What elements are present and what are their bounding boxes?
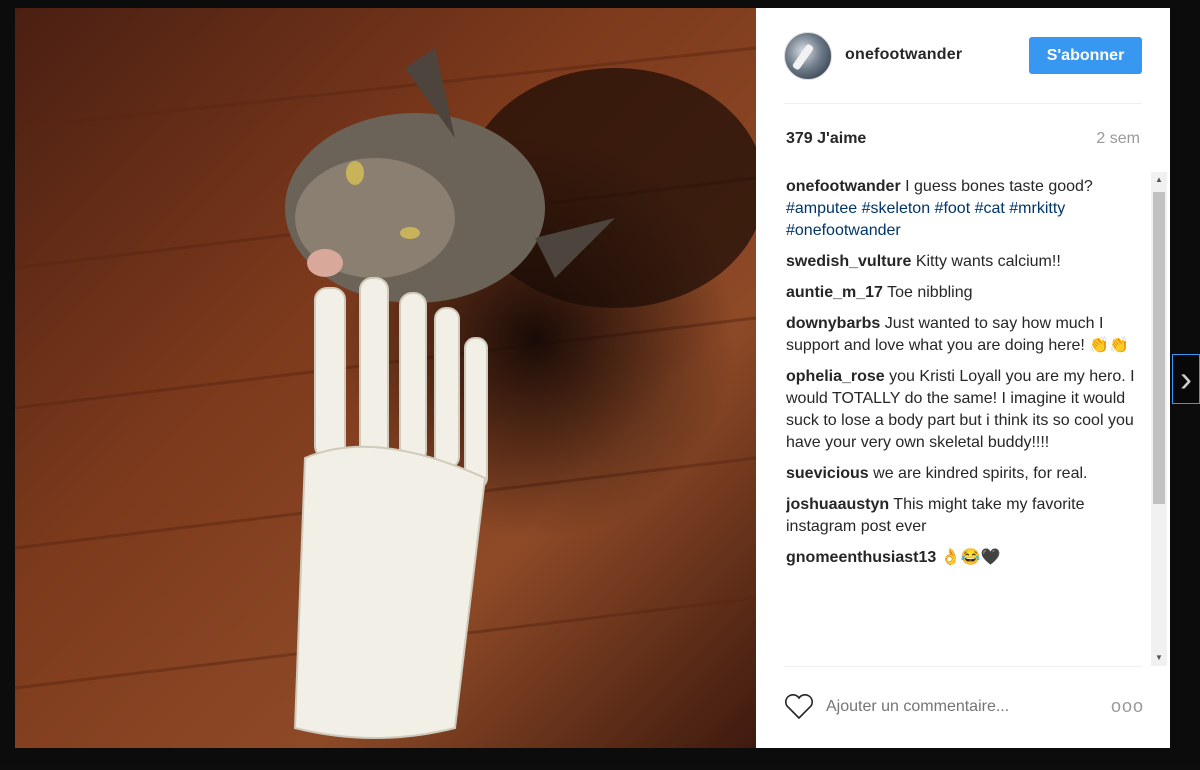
- list-item: onefootwander I guess bones taste good? …: [786, 176, 1148, 242]
- comment-username[interactable]: auntie_m_17: [786, 284, 883, 301]
- avatar[interactable]: [784, 32, 832, 80]
- comment-hashtags[interactable]: #amputee #skeleton #foot #cat #mrkitty #…: [786, 198, 1148, 242]
- list-item: auntie_m_17 Toe nibbling: [786, 282, 1148, 304]
- post-header: onefootwander S'abonner: [784, 30, 1142, 104]
- list-item: gnomeenthusiast13 👌😂🖤: [786, 547, 1148, 569]
- follow-button[interactable]: S'abonner: [1029, 37, 1142, 74]
- list-item: joshuaaustyn This might take my favorite…: [786, 494, 1148, 538]
- comment-username[interactable]: joshuaaustyn: [786, 496, 889, 513]
- post-author-username[interactable]: onefootwander: [845, 46, 962, 64]
- more-options-icon[interactable]: ooo: [1111, 696, 1144, 717]
- comments-list: onefootwander I guess bones taste good? …: [786, 176, 1148, 662]
- comment-username[interactable]: gnomeenthusiast13: [786, 549, 936, 566]
- divider: [784, 666, 1142, 667]
- comment-username[interactable]: suevicious: [786, 465, 869, 482]
- scroll-up-icon[interactable]: ▲: [1151, 172, 1167, 188]
- comment-text: 👌😂🖤: [940, 549, 1001, 566]
- comment-text: Kitty wants calcium!!: [915, 253, 1061, 270]
- comment-username[interactable]: swedish_vulture: [786, 253, 911, 270]
- comment-text: I guess bones taste good?: [905, 178, 1093, 195]
- post-photo: [15, 8, 756, 748]
- like-count[interactable]: 379 J'aime: [786, 130, 866, 148]
- comment-input[interactable]: [826, 694, 1076, 720]
- comment-username[interactable]: onefootwander: [786, 178, 901, 195]
- scroll-thumb[interactable]: [1153, 192, 1165, 504]
- scroll-down-icon[interactable]: ▼: [1151, 650, 1167, 666]
- heart-icon[interactable]: [784, 694, 814, 720]
- cat-skeleton-foot-image: [15, 8, 756, 748]
- comment-text: we are kindred spirits, for real.: [873, 465, 1088, 482]
- list-item: ophelia_rose you Kristi Loyall you are m…: [786, 366, 1148, 454]
- post-details-panel: onefootwander S'abonner 379 J'aime 2 sem…: [756, 8, 1170, 748]
- list-item: downybarbs Just wanted to say how much I…: [786, 313, 1148, 357]
- post-timestamp[interactable]: 2 sem: [1096, 130, 1140, 148]
- list-item: swedish_vulture Kitty wants calcium!!: [786, 251, 1148, 273]
- comment-username[interactable]: ophelia_rose: [786, 368, 885, 385]
- comments-scrollbar[interactable]: ▲ ▼: [1151, 172, 1167, 666]
- comment-text: Toe nibbling: [887, 284, 973, 301]
- comment-username[interactable]: downybarbs: [786, 315, 880, 332]
- chevron-right-icon[interactable]: ›: [1172, 354, 1200, 404]
- list-item: suevicious we are kindred spirits, for r…: [786, 463, 1148, 485]
